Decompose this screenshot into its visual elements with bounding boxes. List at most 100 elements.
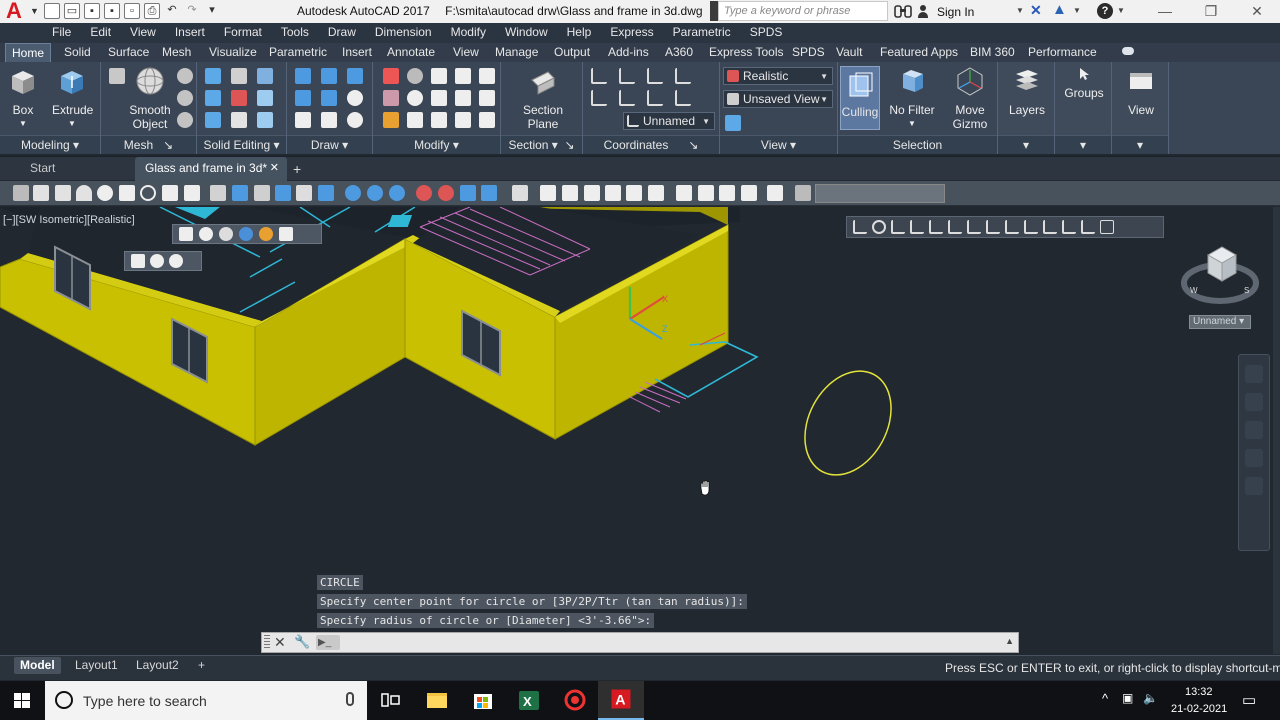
ne-iso-icon[interactable] (719, 185, 735, 201)
ucs-icon[interactable] (591, 68, 607, 84)
network-icon[interactable]: ▣ (1122, 691, 1133, 705)
rotate-icon[interactable] (407, 90, 423, 106)
arc-icon[interactable] (347, 68, 363, 84)
pan-icon[interactable] (1245, 393, 1263, 411)
fillet-icon[interactable] (479, 68, 495, 84)
ucs-y-icon[interactable] (1043, 220, 1057, 234)
nw-iso-icon[interactable] (741, 185, 757, 201)
ellipse-icon[interactable] (347, 112, 363, 128)
steering-wheel-icon[interactable] (1245, 365, 1263, 383)
command-prompt-icon[interactable]: ▶_ (316, 635, 340, 650)
add-layout-icon[interactable]: + (192, 657, 211, 674)
union-icon[interactable] (205, 68, 221, 84)
view-right-icon[interactable] (605, 185, 621, 201)
chamfer-icon[interactable] (479, 90, 495, 106)
task-view-icon[interactable] (367, 681, 413, 720)
store-icon[interactable] (460, 681, 506, 720)
3d-rotate-icon[interactable] (438, 185, 454, 201)
tab-add-ins[interactable]: Add-ins (608, 43, 649, 62)
ucs-3point-icon[interactable] (1005, 220, 1019, 234)
chevron-up-icon[interactable]: ^ (1102, 691, 1108, 706)
open-folder-icon[interactable]: ▭ (64, 3, 80, 19)
saved-view-dropdown[interactable]: Unsaved View ▼ (723, 90, 833, 108)
smooth-more-icon[interactable] (177, 68, 193, 84)
menu-modify[interactable]: Modify (451, 23, 486, 43)
file-explorer-icon[interactable] (414, 681, 460, 720)
scale-icon[interactable] (431, 112, 447, 128)
move-icon[interactable] (431, 68, 447, 84)
tab-annotate[interactable]: Annotate (387, 43, 435, 62)
groups-panel[interactable]: Groups ▾ (1055, 62, 1112, 154)
draw-panel-title[interactable]: Draw ▾ (287, 135, 372, 154)
help-search-input[interactable]: Type a keyword or phrase (718, 1, 888, 21)
named-ucs-dropdown[interactable]: Unnamed ▼ (623, 112, 715, 130)
pan-icon[interactable] (131, 254, 145, 268)
solid-editing-panel-title[interactable]: Solid Editing ▾ (197, 135, 286, 154)
loft-icon[interactable] (318, 185, 334, 201)
intersect-icon[interactable] (389, 185, 405, 201)
stretch-icon[interactable] (455, 112, 471, 128)
ucs-previous-icon[interactable] (891, 220, 905, 234)
help-icon[interactable]: ? (1097, 3, 1113, 19)
selection-panel-title[interactable]: Selection (838, 135, 997, 154)
ribbon-options-icon[interactable] (1122, 47, 1140, 57)
wrench-icon[interactable]: 🔧 (294, 634, 310, 650)
open-web-icon[interactable]: ▫ (124, 3, 140, 19)
ucs-world-icon[interactable] (619, 68, 635, 84)
move-gizmo-button[interactable]: Move Gizmo (946, 66, 994, 131)
menu-insert[interactable]: Insert (175, 23, 205, 43)
tab-mesh[interactable]: Mesh (162, 43, 191, 62)
autocad-taskbar-icon[interactable]: A (598, 681, 644, 720)
subtract-icon[interactable] (205, 90, 221, 106)
tab-layout2[interactable]: Layout2 (130, 657, 185, 674)
pyramid-icon[interactable] (162, 185, 178, 201)
view-front-icon[interactable] (626, 185, 642, 201)
groups-panel-expand[interactable]: ▾ (1055, 135, 1111, 154)
erase-icon[interactable] (383, 112, 399, 128)
clock-date[interactable]: 21-02-2021 (1171, 703, 1227, 715)
tab-featured-apps[interactable]: Featured Apps (880, 43, 958, 62)
helix-icon[interactable] (184, 185, 200, 201)
walk-icon[interactable] (795, 185, 811, 201)
restore-icon[interactable]: ❐ (1188, 0, 1234, 23)
ucs-view-icon[interactable] (619, 90, 635, 106)
toolbar-combo-box[interactable] (815, 184, 945, 203)
close-icon[interactable]: ✕ (1234, 0, 1280, 23)
view-tools-panel-expand[interactable]: ▾ (1112, 135, 1168, 154)
union-icon[interactable] (345, 185, 361, 201)
sphere-icon[interactable] (97, 185, 113, 201)
menu-dimension[interactable]: Dimension (375, 23, 432, 43)
zoom-icon[interactable] (1245, 421, 1263, 439)
menu-spds[interactable]: SPDS (750, 23, 783, 43)
box-icon[interactable] (33, 185, 49, 201)
revolve-icon[interactable] (296, 185, 312, 201)
section-plane-button[interactable]: Section Plane (523, 66, 563, 131)
binoculars-icon[interactable] (894, 3, 912, 19)
menu-help[interactable]: Help (567, 23, 592, 43)
save-as-icon[interactable]: ▪ (104, 3, 120, 19)
smooth-less-icon[interactable] (177, 90, 193, 106)
3d-array-icon[interactable] (481, 185, 497, 201)
layers-panel[interactable]: Layers ▾ (998, 62, 1055, 154)
3d-move-icon[interactable] (416, 185, 432, 201)
menu-file[interactable]: File (52, 23, 71, 43)
interfere-icon[interactable] (231, 68, 247, 84)
layers-button[interactable]: Layers (1004, 66, 1050, 117)
ucs-previous-icon[interactable] (647, 68, 663, 84)
showmotion-icon[interactable] (1245, 477, 1263, 495)
modify-panel-title[interactable]: Modify ▾ (373, 135, 500, 154)
viewport-controls-label[interactable]: [−][SW Isometric][Realistic] (3, 214, 135, 226)
view-bottom-icon[interactable] (562, 185, 578, 201)
viewport-config-icon[interactable] (725, 115, 741, 131)
notification-icon[interactable]: ▭ (1242, 691, 1256, 709)
tab-spds[interactable]: SPDS (792, 43, 825, 62)
tab-vault[interactable]: Vault (836, 43, 862, 62)
tab-start[interactable]: Start (20, 157, 65, 181)
close-icon[interactable]: ✕ (270, 157, 279, 180)
mirror-icon[interactable] (407, 112, 423, 128)
cylinder-icon[interactable] (119, 185, 135, 201)
torus-icon[interactable] (140, 185, 156, 201)
a360-icon[interactable]: ▲ (1052, 1, 1067, 18)
extrude-icon[interactable] (232, 185, 248, 201)
menu-parametric[interactable]: Parametric (673, 23, 731, 43)
